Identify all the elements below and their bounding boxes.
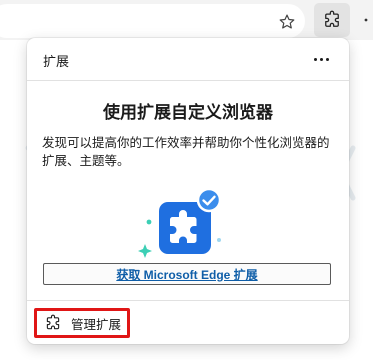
footer-divider bbox=[27, 300, 349, 301]
ellipsis-icon bbox=[364, 18, 368, 22]
manage-extensions-label: 管理扩展 bbox=[71, 317, 122, 332]
flyout-description: 发现可以提高你的工作效率并帮助你个性化浏览器的扩展、主题等。 bbox=[42, 136, 330, 168]
header-divider bbox=[27, 80, 349, 81]
puzzle-checkmark-icon bbox=[138, 187, 222, 258]
get-extensions-link[interactable]: 获取 Microsoft Edge 扩展 bbox=[43, 263, 331, 285]
puzzle-icon bbox=[325, 10, 339, 27]
browser-toolbar bbox=[0, 0, 373, 40]
manage-extensions-button[interactable]: 管理扩展 bbox=[34, 308, 130, 338]
flyout-heading: 使用扩展自定义浏览器 bbox=[103, 103, 273, 122]
flyout-more-button[interactable] bbox=[307, 46, 335, 72]
extensions-flyout: 扩展 使用扩展自定义浏览器 发现可以提高你的工作效率并帮助你个性化浏览器的扩展、… bbox=[27, 38, 349, 344]
star-outline-icon bbox=[279, 14, 295, 29]
address-bar[interactable] bbox=[0, 4, 305, 38]
puzzle-icon bbox=[46, 314, 60, 330]
flyout-header: 扩展 bbox=[27, 38, 349, 80]
ellipsis-dot bbox=[325, 57, 329, 61]
flyout-title: 扩展 bbox=[43, 54, 70, 69]
browser-more-button[interactable] bbox=[359, 8, 373, 32]
ellipsis-dot bbox=[319, 57, 323, 61]
horizontal-ellipsis-icon bbox=[313, 57, 317, 61]
extensions-button[interactable] bbox=[314, 3, 350, 37]
favorites-button[interactable] bbox=[275, 10, 299, 34]
